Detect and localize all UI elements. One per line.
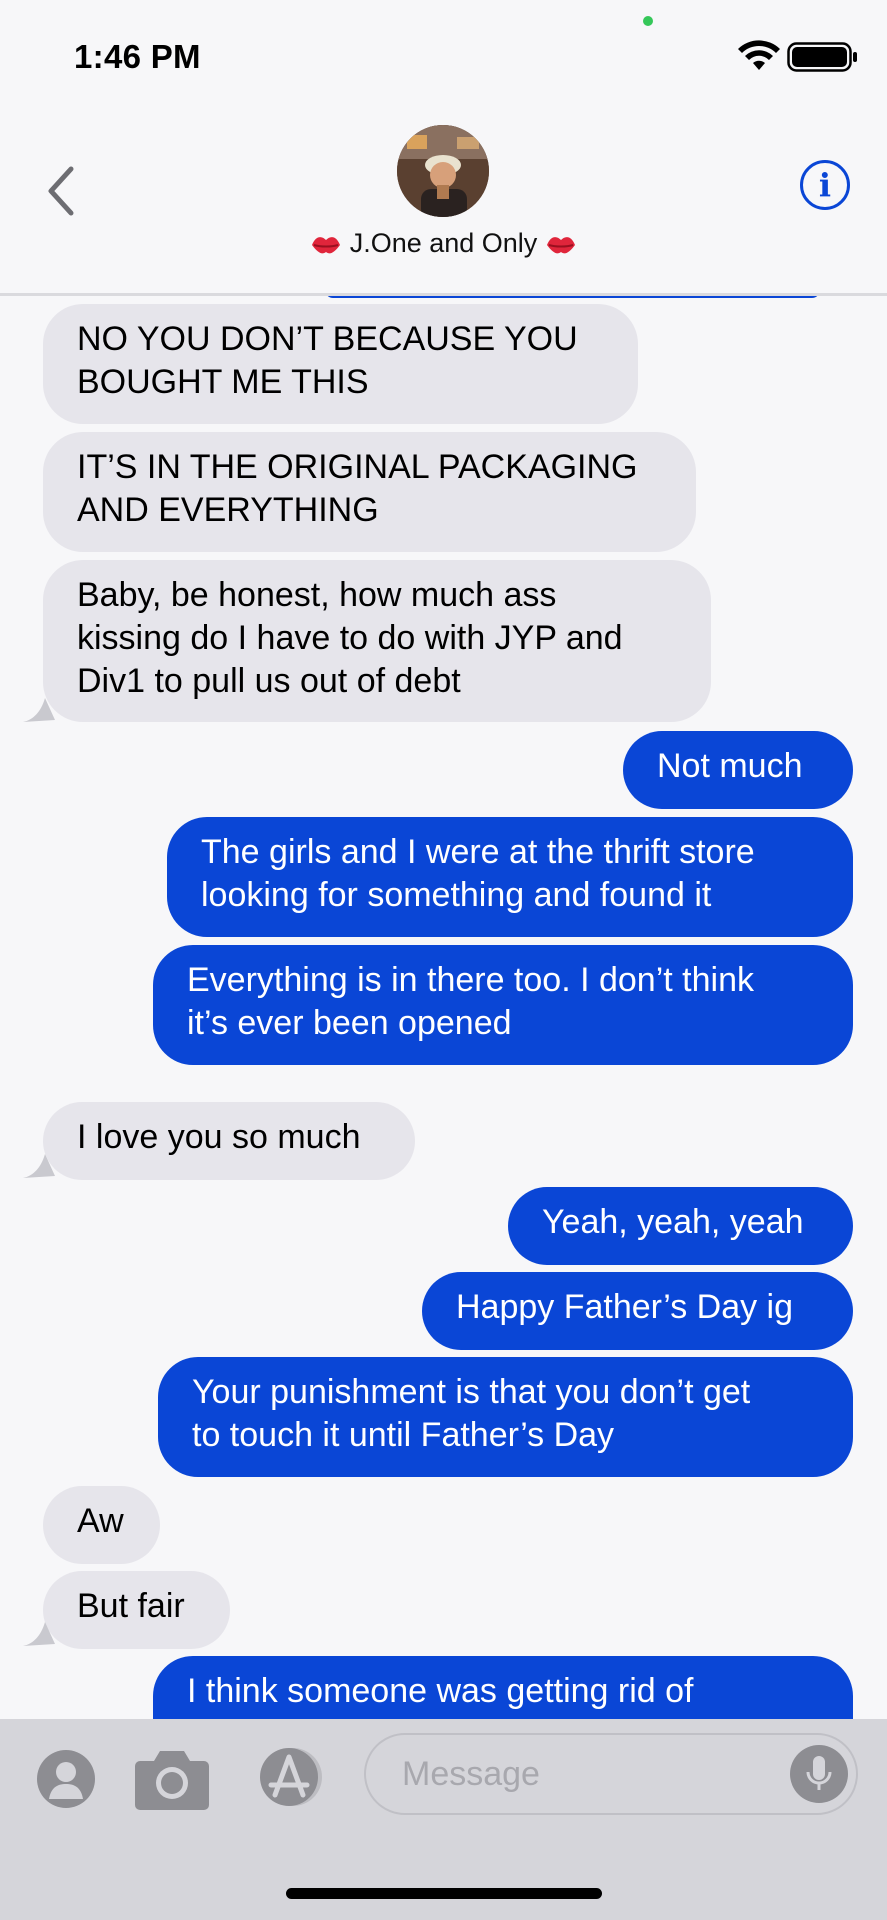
- outgoing-bubble-partial: [325, 296, 820, 298]
- incoming-message[interactable]: IT’S IN THE ORIGINAL PACKAGING AND EVERY…: [43, 432, 696, 552]
- contact-name: J.One and Only: [349, 228, 538, 258]
- conversation-header: J.One and Only: [0, 100, 887, 296]
- status-time: 1:46 PM: [74, 38, 201, 75]
- outgoing-message[interactable]: Not much: [623, 731, 853, 809]
- battery-icon: [787, 42, 857, 72]
- contact-name-row[interactable]: J.One and Only: [0, 228, 887, 259]
- bubble-tail: [23, 1622, 55, 1646]
- wifi-icon: [738, 40, 780, 70]
- info-button[interactable]: i: [800, 160, 850, 210]
- outgoing-message[interactable]: The girls and I were at the thrift store…: [167, 817, 853, 937]
- outgoing-message[interactable]: Happy Father’s Day ig: [422, 1272, 853, 1350]
- outgoing-message[interactable]: Your punishment is that you don’t get to…: [158, 1357, 853, 1477]
- message-list[interactable]: NO YOU DON’T BECAUSE YOU BOUGHT ME THIS …: [0, 296, 887, 1719]
- incoming-message[interactable]: Baby, be honest, how much ass kissing do…: [43, 560, 711, 722]
- contact-avatar[interactable]: [397, 125, 489, 217]
- incoming-message[interactable]: I love you so much: [43, 1102, 415, 1180]
- microphone-icon: [806, 1756, 832, 1790]
- incoming-message[interactable]: But fair: [43, 1571, 230, 1649]
- avatar-photo: [397, 125, 489, 217]
- outgoing-message[interactable]: I think someone was getting rid of: [153, 1656, 853, 1719]
- outgoing-message[interactable]: Everything is in there too. I don’t thin…: [153, 945, 853, 1065]
- chevron-left-icon: [48, 166, 74, 216]
- status-bar: 1:46 PM: [0, 0, 887, 100]
- kiss-mark-icon: [312, 237, 341, 254]
- kiss-mark-icon: [546, 237, 575, 254]
- message-input[interactable]: Message: [364, 1733, 858, 1815]
- info-icon: i: [818, 166, 832, 204]
- camera-indicator: [643, 16, 653, 26]
- microphone-button[interactable]: [790, 1745, 848, 1803]
- back-button[interactable]: [36, 156, 86, 226]
- home-indicator[interactable]: [286, 1888, 602, 1899]
- incoming-message[interactable]: Aw: [43, 1486, 160, 1564]
- bubble-tail: [23, 1154, 55, 1178]
- message-placeholder: Message: [402, 1755, 540, 1793]
- contacts-icon[interactable]: [36, 1749, 96, 1809]
- incoming-message[interactable]: NO YOU DON’T BECAUSE YOU BOUGHT ME THIS: [43, 304, 638, 424]
- outgoing-message[interactable]: Yeah, yeah, yeah: [508, 1187, 853, 1265]
- bubble-tail: [23, 698, 55, 722]
- camera-icon[interactable]: [134, 1747, 210, 1811]
- app-store-icon[interactable]: [253, 1747, 333, 1807]
